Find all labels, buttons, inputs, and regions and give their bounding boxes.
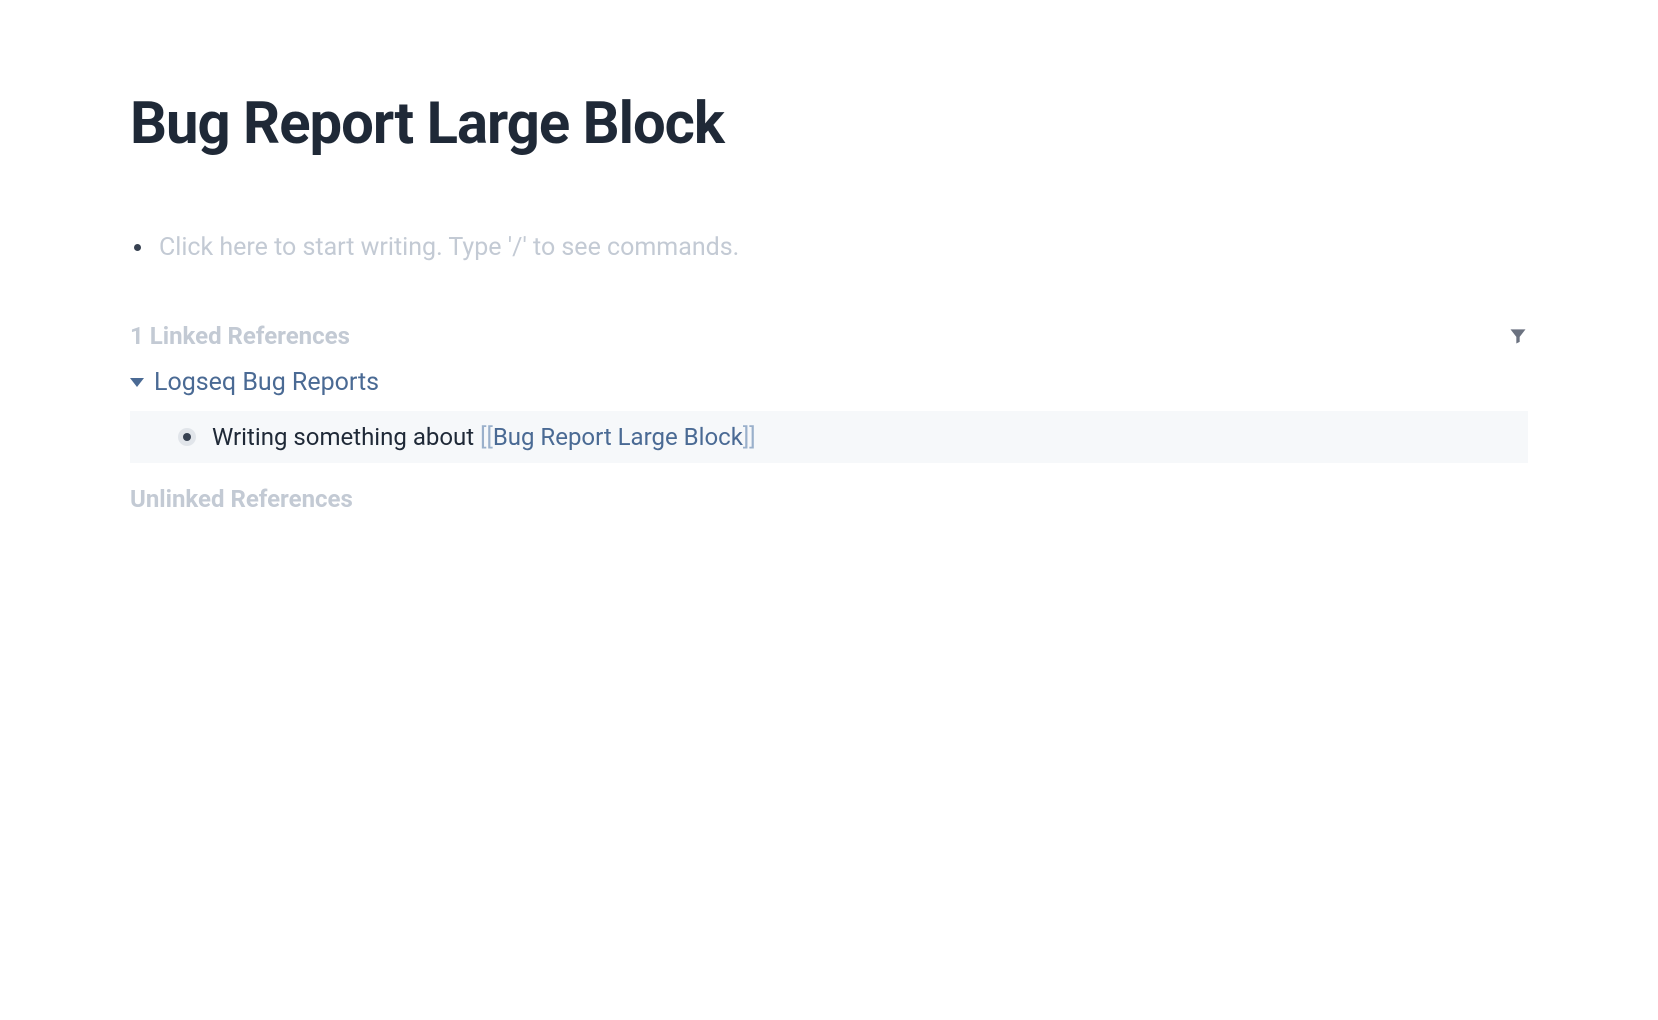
reference-bullet-icon[interactable] [178, 428, 196, 446]
bullet-icon [134, 244, 141, 251]
filter-icon[interactable] [1508, 326, 1528, 346]
caret-down-icon[interactable] [130, 378, 144, 387]
linked-references-header: 1 Linked References [130, 322, 1528, 350]
page-link[interactable]: Bug Report Large Block [493, 423, 743, 451]
reference-page-link[interactable]: Logseq Bug Reports [130, 368, 1528, 397]
link-bracket-open: [[ [480, 423, 493, 451]
unlinked-references-title[interactable]: Unlinked References [130, 485, 1528, 513]
reference-page-name[interactable]: Logseq Bug Reports [154, 368, 379, 397]
reference-text: Writing something about [[Bug Report Lar… [212, 423, 756, 451]
reference-text-before: Writing something about [212, 423, 480, 451]
linked-references-title[interactable]: 1 Linked References [130, 322, 350, 350]
page-title[interactable]: Bug Report Large Block [130, 90, 1528, 158]
editor-placeholder: Click here to start writing. Type '/' to… [159, 233, 739, 262]
editor-block[interactable]: Click here to start writing. Type '/' to… [130, 233, 1528, 262]
reference-block[interactable]: Writing something about [[Bug Report Lar… [130, 411, 1528, 463]
link-bracket-close: ]] [743, 423, 756, 451]
